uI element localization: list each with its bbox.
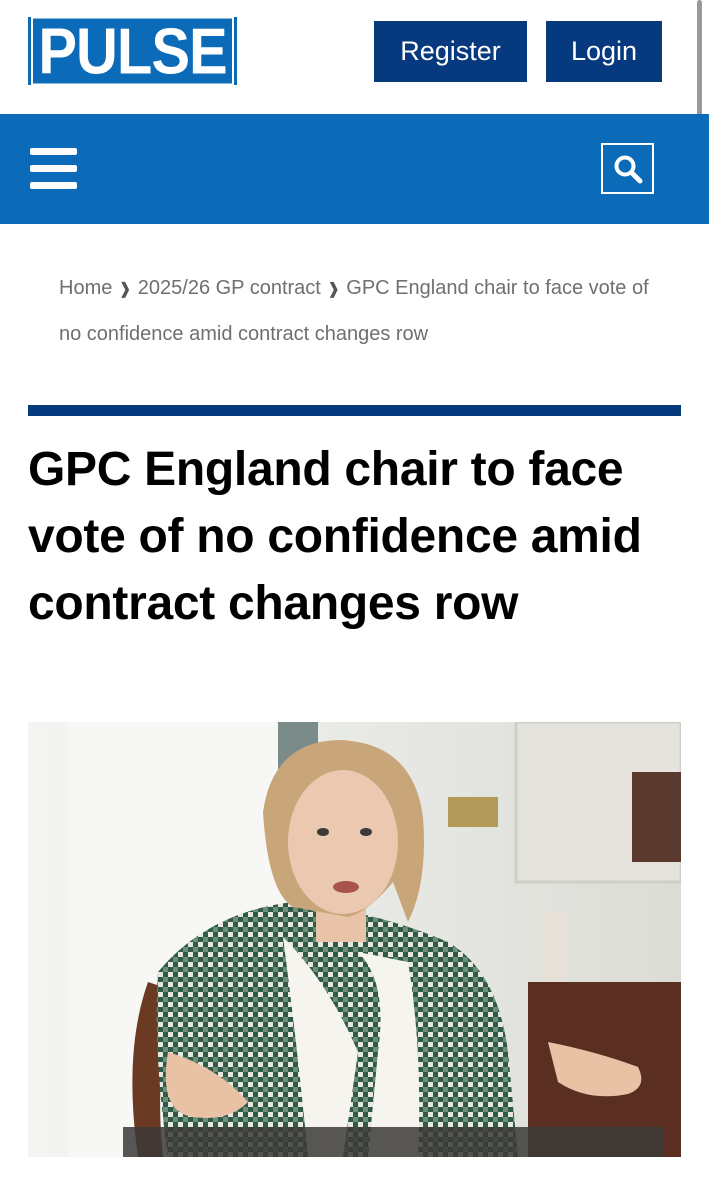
breadcrumb-separator: ❱ — [118, 281, 132, 298]
search-icon — [614, 155, 642, 183]
logo-text: PULSE — [31, 15, 234, 87]
hamburger-menu-icon[interactable] — [30, 148, 77, 190]
nav-bar — [0, 114, 709, 224]
breadcrumb-category[interactable]: 2025/26 GP contract — [138, 277, 321, 299]
breadcrumb: Home ❱ 2025/26 GP contract ❱ GPC England cha… — [59, 266, 659, 357]
login-button[interactable]: Login — [546, 21, 662, 82]
breadcrumb-home[interactable]: Home — [59, 277, 112, 299]
breadcrumb-separator: ❱ — [326, 281, 341, 298]
title-divider — [28, 405, 681, 416]
top-header: PULSE Register Login — [0, 0, 709, 212]
register-button[interactable]: Register — [374, 21, 527, 82]
article-title: GPC England chair to face vote of no con… — [28, 443, 642, 630]
search-button[interactable] — [601, 143, 654, 194]
article-image[interactable] — [28, 722, 681, 1157]
pulse-logo[interactable]: PULSE — [28, 15, 237, 87]
